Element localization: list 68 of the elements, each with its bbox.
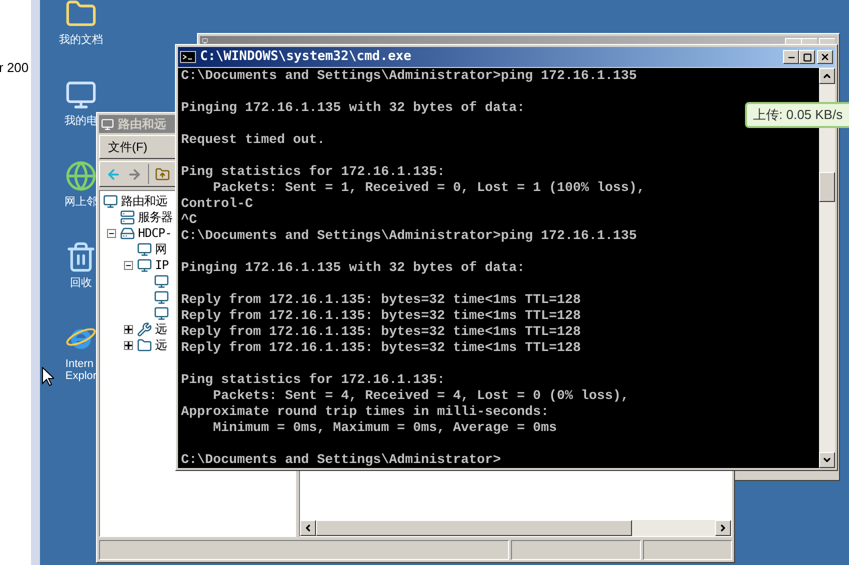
close-icon bbox=[820, 52, 830, 62]
computer-icon bbox=[137, 258, 152, 272]
upload-speed-tooltip: 上传: 0.05 KB/s bbox=[745, 102, 849, 128]
scroll-right-button[interactable] bbox=[715, 520, 731, 536]
console-line: Pinging 172.16.1.135 with 32 bytes of data: bbox=[181, 261, 525, 277]
icon-label: 回收 bbox=[70, 277, 92, 289]
maximize-icon bbox=[802, 52, 812, 62]
console-line: Pinging 172.16.1.135 with 32 bytes of data: bbox=[181, 101, 525, 117]
tree-item[interactable]: 远 bbox=[155, 320, 166, 338]
tree-item[interactable]: 网 bbox=[155, 240, 166, 258]
window-title: C:\WINDOWS\system32\cmd.exe bbox=[200, 48, 412, 66]
console-line: C:\Documents and Settings\Administrator>ping 172.16.1.135 bbox=[181, 229, 637, 245]
tree-item[interactable]: 路由和远 bbox=[121, 192, 167, 210]
scrollbar-thumb[interactable] bbox=[316, 520, 632, 536]
console-line: Reply from 172.16.1.135: bytes=32 time<1ms TTL=128 bbox=[181, 325, 581, 341]
tree-item[interactable]: 服务器 bbox=[138, 208, 172, 226]
horizontal-scrollbar[interactable] bbox=[300, 520, 731, 536]
console-line: ^C bbox=[181, 213, 197, 229]
collapse-icon[interactable] bbox=[124, 260, 133, 270]
scroll-left-button[interactable] bbox=[300, 520, 316, 536]
scrollbar-thumb[interactable] bbox=[819, 172, 835, 202]
tree-item[interactable]: HDCP- bbox=[138, 224, 172, 242]
folder-icon bbox=[137, 338, 152, 352]
collapse-icon[interactable] bbox=[107, 228, 116, 238]
scroll-up-button[interactable] bbox=[819, 68, 835, 84]
server-icon bbox=[120, 210, 135, 224]
wrench-icon bbox=[137, 322, 152, 336]
computer-icon bbox=[154, 290, 169, 304]
console-line: Reply from 172.16.1.135: bytes=32 time<1ms TTL=128 bbox=[181, 341, 581, 357]
server-icon bbox=[120, 226, 135, 240]
window-icon bbox=[101, 118, 114, 130]
icon-label: Explor bbox=[65, 370, 97, 382]
window-title: 路由和远 bbox=[118, 116, 166, 133]
console-line: Minimum = 0ms, Maximum = 0ms, Average = 0ms bbox=[212, 421, 557, 437]
minimize-button[interactable] bbox=[783, 50, 799, 64]
network-icon[interactable] bbox=[65, 160, 97, 192]
console-line: Ping statistics for 172.16.1.135: bbox=[181, 373, 445, 389]
console-line: Ping statistics for 172.16.1.135: bbox=[181, 165, 445, 181]
tree-item[interactable]: 远 bbox=[155, 336, 166, 354]
folder-up-icon[interactable] bbox=[155, 166, 170, 182]
icon-label: 我的文档 bbox=[59, 34, 103, 46]
console-line: Approximate round trip times in milli-seconds: bbox=[181, 405, 549, 421]
computer-icon bbox=[103, 194, 118, 208]
recycle-bin-icon[interactable] bbox=[65, 241, 97, 273]
expand-icon[interactable] bbox=[124, 340, 133, 350]
computer-icon bbox=[154, 274, 169, 288]
expand-icon[interactable] bbox=[124, 324, 133, 334]
window-text: r 200 bbox=[0, 59, 30, 77]
close-button[interactable] bbox=[817, 50, 833, 64]
tree-item[interactable]: IP bbox=[155, 256, 168, 274]
console-line: Control-C bbox=[181, 197, 253, 213]
computer-icon[interactable] bbox=[65, 79, 97, 111]
computer-icon bbox=[137, 242, 152, 256]
forward-icon[interactable] bbox=[127, 166, 142, 182]
console-line: Reply from 172.16.1.135: bytes=32 time<1ms TTL=128 bbox=[181, 293, 581, 309]
console-line: Packets: Sent = 4, Received = 4, Lost = 0 (0% loss), bbox=[212, 389, 629, 405]
console-line: Reply from 172.16.1.135: bytes=32 time<1ms TTL=128 bbox=[181, 309, 581, 325]
icon-label: Intern bbox=[65, 358, 94, 370]
menu-item[interactable]: 文件(F) bbox=[108, 138, 148, 156]
computer-icon bbox=[154, 306, 169, 320]
scroll-down-button[interactable] bbox=[819, 452, 835, 468]
console-line: Packets: Sent = 1, Received = 0, Lost = 1 (100% loss), bbox=[212, 181, 645, 197]
console-line: Request timed out. bbox=[181, 133, 325, 149]
console-line: C:\Documents and Settings\Administrator>ping 172.16.1.135 bbox=[181, 69, 637, 85]
maximize-button[interactable] bbox=[799, 50, 815, 64]
pointer-icon bbox=[42, 367, 54, 386]
console-line: C:\Documents and Settings\Administrator> bbox=[181, 453, 501, 468]
console-icon bbox=[180, 51, 196, 63]
